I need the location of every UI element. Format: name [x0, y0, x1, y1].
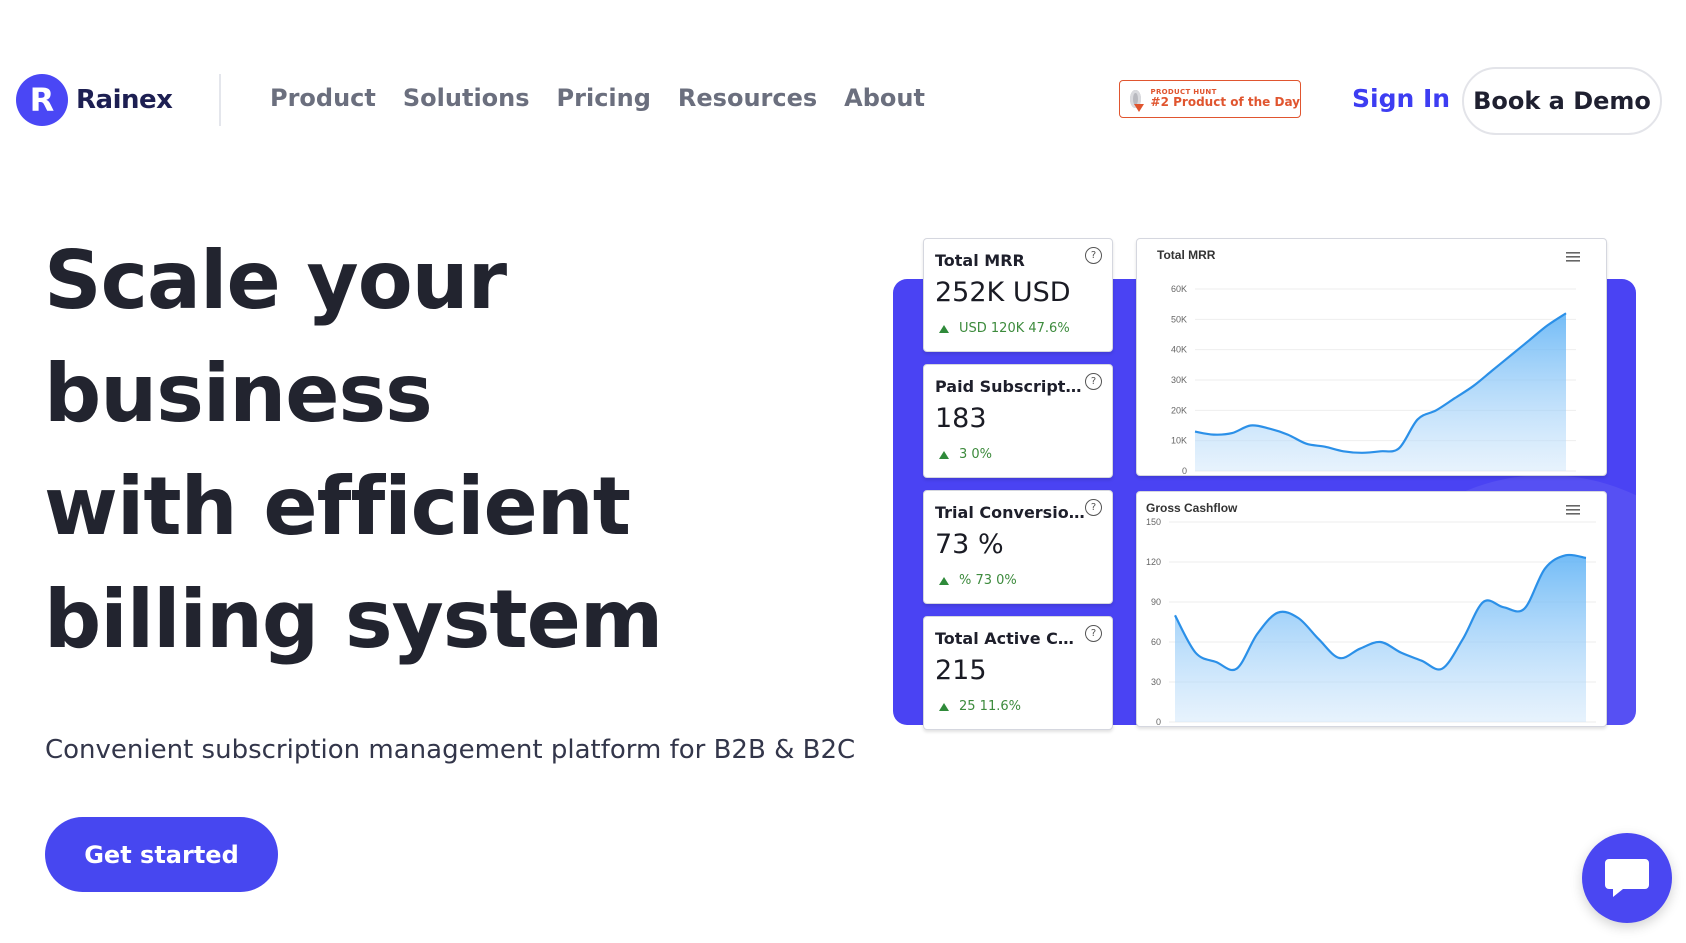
chat-launcher-button[interactable]: [1582, 833, 1672, 923]
hero-title-line: Scale your: [44, 234, 507, 327]
hero-title-line: with efficient: [44, 460, 631, 553]
y-tick-label: 0: [1182, 466, 1187, 475]
nav-divider: [219, 74, 221, 126]
kpi-change: 25 11.6%: [939, 699, 1021, 714]
chat-bubble-icon: [1605, 859, 1649, 897]
y-tick-label: 60: [1151, 637, 1161, 647]
chart-svg: Gross Cashflow 150 120 90 60 30 0: [1146, 501, 1596, 726]
y-tick-label: 0: [1156, 717, 1161, 726]
y-tick-label: 150: [1146, 517, 1161, 527]
product-hunt-rank: #2 Product of the Day: [1150, 95, 1300, 110]
nav-item-pricing[interactable]: Pricing: [557, 84, 651, 112]
arrow-up-icon: [939, 324, 949, 333]
book-demo-button[interactable]: Book a Demo: [1462, 67, 1662, 135]
arrow-up-icon: [939, 450, 949, 459]
kpi-value: 183: [935, 403, 987, 434]
arrow-up-icon: [939, 576, 949, 585]
y-tick-label: 50K: [1171, 314, 1187, 324]
kpi-card-trial-conversion: Trial Conversion ... ? 73 % % 73 0%: [923, 490, 1113, 604]
sign-in-link[interactable]: Sign In: [1352, 84, 1450, 113]
kpi-title: Total MRR: [935, 251, 1025, 270]
kpi-title: Total Active Cust...: [935, 629, 1085, 648]
chart-title: Gross Cashflow: [1146, 501, 1238, 515]
hero-title-line: business: [44, 347, 433, 440]
main-nav: Product Solutions Pricing Resources Abou…: [270, 84, 925, 112]
y-tick-label: 30K: [1171, 375, 1187, 385]
hamburger-menu-icon: [1566, 252, 1580, 262]
logo[interactable]: R Rainex: [16, 74, 173, 126]
chart-svg: Total MRR 60K 50K 40K 30K 20K 10K 0: [1157, 248, 1580, 475]
kpi-value: 252K USD: [935, 277, 1071, 308]
y-tick-label: 90: [1151, 597, 1161, 607]
hamburger-menu-icon: [1566, 505, 1580, 515]
nav-item-about[interactable]: About: [844, 84, 925, 112]
kpi-change-text: USD 120K 47.6%: [959, 321, 1070, 336]
help-icon[interactable]: ?: [1085, 625, 1102, 642]
nav-item-product[interactable]: Product: [270, 84, 376, 112]
kpi-change: USD 120K 47.6%: [939, 321, 1070, 336]
nav-item-resources[interactable]: Resources: [678, 84, 817, 112]
help-icon[interactable]: ?: [1085, 373, 1102, 390]
logo-mark-icon: R: [16, 74, 68, 126]
kpi-change-text: % 73 0%: [959, 573, 1017, 588]
y-tick-label: 60K: [1171, 284, 1187, 294]
get-started-button[interactable]: Get started: [45, 817, 278, 892]
y-tick-label: 40K: [1171, 345, 1187, 355]
hero-title: Scale your business with efficient billi…: [44, 224, 744, 676]
chart-card-gross-cashflow: Gross Cashflow 150 120 90 60 30 0: [1136, 491, 1607, 727]
product-hunt-badge[interactable]: PRODUCT HUNT #2 Product of the Day: [1119, 80, 1301, 118]
hero-title-line: billing system: [44, 573, 663, 666]
help-icon[interactable]: ?: [1085, 247, 1102, 264]
y-tick-label: 10K: [1171, 436, 1187, 446]
y-tick-label: 30: [1151, 677, 1161, 687]
arrow-up-icon: [939, 702, 949, 711]
kpi-title: Paid Subscriptio...: [935, 377, 1085, 396]
kpi-change: % 73 0%: [939, 573, 1017, 588]
chart-card-total-mrr: Total MRR 60K 50K 40K 30K 20K 10K 0: [1136, 238, 1607, 476]
area-fill: [1195, 313, 1566, 471]
logo-wordmark: Rainex: [76, 85, 173, 115]
kpi-value: 215: [935, 655, 987, 686]
help-icon[interactable]: ?: [1085, 499, 1102, 516]
hero-subtitle: Convenient subscription management platf…: [45, 735, 856, 765]
kpi-change: 3 0%: [939, 447, 992, 462]
kpi-card-total-active-customers: Total Active Cust... ? 215 25 11.6%: [923, 616, 1113, 730]
y-tick-label: 20K: [1171, 405, 1187, 415]
nav-item-solutions[interactable]: Solutions: [403, 84, 530, 112]
kpi-card-paid-subscriptions: Paid Subscriptio... ? 183 3 0%: [923, 364, 1113, 478]
kpi-value: 73 %: [935, 529, 1004, 560]
kpi-change-text: 3 0%: [959, 447, 993, 462]
medal-icon: [1130, 90, 1144, 112]
y-tick-label: 120: [1146, 557, 1161, 567]
kpi-card-total-mrr: Total MRR ? 252K USD USD 120K 47.6%: [923, 238, 1113, 352]
kpi-change-text: 25 11.6%: [959, 699, 1021, 714]
area-fill: [1175, 554, 1586, 722]
kpi-title: Trial Conversion ...: [935, 503, 1085, 522]
chart-title: Total MRR: [1157, 248, 1216, 262]
